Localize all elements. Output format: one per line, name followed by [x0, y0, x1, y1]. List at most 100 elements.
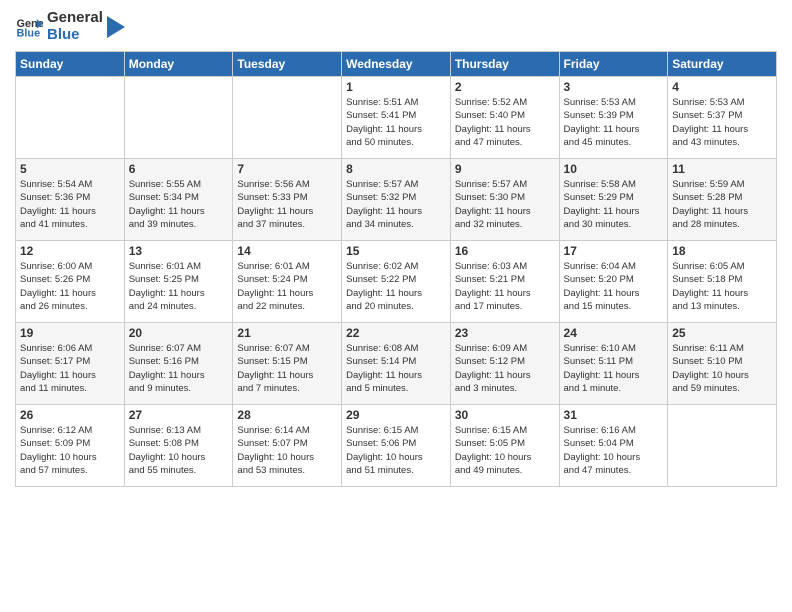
- logo-arrow-icon: [107, 16, 125, 38]
- day-info: Sunrise: 6:04 AM Sunset: 5:20 PM Dayligh…: [564, 260, 664, 313]
- table-cell: 6 Sunrise: 5:55 AM Sunset: 5:34 PM Daylig…: [124, 159, 233, 241]
- day-number: 9: [455, 162, 555, 176]
- day-number: 31: [564, 408, 664, 422]
- table-cell: 19 Sunrise: 6:06 AM Sunset: 5:17 PM Dayli…: [16, 323, 125, 405]
- day-number: 1: [346, 80, 446, 94]
- table-cell: 25Sunrise: 6:11 AM Sunset: 5:10 PM Dayli…: [668, 323, 777, 405]
- table-cell: 31 Sunrise: 6:16 AM Sunset: 5:04 PM Dayli…: [559, 405, 668, 487]
- day-info: Sunrise: 6:15 AM Sunset: 5:06 PM Dayligh…: [346, 424, 446, 477]
- day-info: Sunrise: 6:11 AM Sunset: 5:10 PM Dayligh…: [672, 342, 772, 395]
- day-info: Sunrise: 6:06 AM Sunset: 5:17 PM Dayligh…: [20, 342, 120, 395]
- day-number: 2: [455, 80, 555, 94]
- day-info: Sunrise: 5:59 AM Sunset: 5:28 PM Dayligh…: [672, 178, 772, 231]
- day-info: Sunrise: 6:08 AM Sunset: 5:14 PM Dayligh…: [346, 342, 446, 395]
- table-cell: 15 Sunrise: 6:02 AM Sunset: 5:22 PM Dayli…: [342, 241, 451, 323]
- table-cell: [233, 77, 342, 159]
- day-info: Sunrise: 5:51 AM Sunset: 5:41 PM Dayligh…: [346, 96, 446, 149]
- day-info: Sunrise: 6:02 AM Sunset: 5:22 PM Dayligh…: [346, 260, 446, 313]
- logo: General Blue General Blue: [15, 10, 125, 43]
- day-info: Sunrise: 6:00 AM Sunset: 5:26 PM Dayligh…: [20, 260, 120, 313]
- table-cell: 26 Sunrise: 6:12 AM Sunset: 5:09 PM Dayli…: [16, 405, 125, 487]
- table-cell: 2Sunrise: 5:52 AM Sunset: 5:40 PM Daylig…: [450, 77, 559, 159]
- day-number: 28: [237, 408, 337, 422]
- day-number: 10: [564, 162, 664, 176]
- day-number: 3: [564, 80, 664, 94]
- day-number: 21: [237, 326, 337, 340]
- day-number: 22: [346, 326, 446, 340]
- table-cell: 28 Sunrise: 6:14 AM Sunset: 5:07 PM Dayli…: [233, 405, 342, 487]
- table-cell: [124, 77, 233, 159]
- day-info: Sunrise: 6:10 AM Sunset: 5:11 PM Dayligh…: [564, 342, 664, 395]
- day-number: 23: [455, 326, 555, 340]
- table-cell: 13Sunrise: 6:01 AM Sunset: 5:25 PM Dayli…: [124, 241, 233, 323]
- header-sunday: Sunday: [16, 52, 125, 77]
- table-cell: 27Sunrise: 6:13 AM Sunset: 5:08 PM Dayli…: [124, 405, 233, 487]
- week-row-5: 26 Sunrise: 6:12 AM Sunset: 5:09 PM Dayli…: [16, 405, 777, 487]
- day-number: 5: [20, 162, 120, 176]
- day-number: 24: [564, 326, 664, 340]
- header-tuesday: Tuesday: [233, 52, 342, 77]
- table-cell: 20Sunrise: 6:07 AM Sunset: 5:16 PM Dayli…: [124, 323, 233, 405]
- header-friday: Friday: [559, 52, 668, 77]
- day-info: Sunrise: 6:05 AM Sunset: 5:18 PM Dayligh…: [672, 260, 772, 313]
- day-info: Sunrise: 6:16 AM Sunset: 5:04 PM Dayligh…: [564, 424, 664, 477]
- day-number: 29: [346, 408, 446, 422]
- table-cell: 17 Sunrise: 6:04 AM Sunset: 5:20 PM Dayli…: [559, 241, 668, 323]
- table-cell: 5 Sunrise: 5:54 AM Sunset: 5:36 PM Daylig…: [16, 159, 125, 241]
- day-info: Sunrise: 6:07 AM Sunset: 5:16 PM Dayligh…: [129, 342, 229, 395]
- header-monday: Monday: [124, 52, 233, 77]
- day-number: 7: [237, 162, 337, 176]
- table-cell: 18 Sunrise: 6:05 AM Sunset: 5:18 PM Dayli…: [668, 241, 777, 323]
- table-cell: 12 Sunrise: 6:00 AM Sunset: 5:26 PM Dayli…: [16, 241, 125, 323]
- table-cell: 24 Sunrise: 6:10 AM Sunset: 5:11 PM Dayli…: [559, 323, 668, 405]
- day-info: Sunrise: 5:56 AM Sunset: 5:33 PM Dayligh…: [237, 178, 337, 231]
- week-row-1: 1 Sunrise: 5:51 AM Sunset: 5:41 PM Daylig…: [16, 77, 777, 159]
- day-info: Sunrise: 5:57 AM Sunset: 5:30 PM Dayligh…: [455, 178, 555, 231]
- table-cell: 9 Sunrise: 5:57 AM Sunset: 5:30 PM Daylig…: [450, 159, 559, 241]
- day-info: Sunrise: 6:03 AM Sunset: 5:21 PM Dayligh…: [455, 260, 555, 313]
- day-number: 6: [129, 162, 229, 176]
- table-cell: 22 Sunrise: 6:08 AM Sunset: 5:14 PM Dayli…: [342, 323, 451, 405]
- table-cell: 16 Sunrise: 6:03 AM Sunset: 5:21 PM Dayli…: [450, 241, 559, 323]
- day-info: Sunrise: 5:54 AM Sunset: 5:36 PM Dayligh…: [20, 178, 120, 231]
- day-info: Sunrise: 6:07 AM Sunset: 5:15 PM Dayligh…: [237, 342, 337, 395]
- table-cell: 23 Sunrise: 6:09 AM Sunset: 5:12 PM Dayli…: [450, 323, 559, 405]
- header: General Blue General Blue: [15, 10, 777, 43]
- table-cell: 3 Sunrise: 5:53 AM Sunset: 5:39 PM Daylig…: [559, 77, 668, 159]
- table-cell: 21 Sunrise: 6:07 AM Sunset: 5:15 PM Dayli…: [233, 323, 342, 405]
- day-info: Sunrise: 6:09 AM Sunset: 5:12 PM Dayligh…: [455, 342, 555, 395]
- svg-text:Blue: Blue: [17, 27, 41, 39]
- day-number: 18: [672, 244, 772, 258]
- table-cell: 7 Sunrise: 5:56 AM Sunset: 5:33 PM Daylig…: [233, 159, 342, 241]
- table-cell: [668, 405, 777, 487]
- day-number: 12: [20, 244, 120, 258]
- day-number: 14: [237, 244, 337, 258]
- week-row-3: 12 Sunrise: 6:00 AM Sunset: 5:26 PM Dayli…: [16, 241, 777, 323]
- day-number: 11: [672, 162, 772, 176]
- day-number: 4: [672, 80, 772, 94]
- page-container: General Blue General Blue SundayMondayTu…: [0, 0, 792, 497]
- table-cell: 30Sunrise: 6:15 AM Sunset: 5:05 PM Dayli…: [450, 405, 559, 487]
- day-number: 16: [455, 244, 555, 258]
- day-number: 17: [564, 244, 664, 258]
- day-number: 8: [346, 162, 446, 176]
- table-cell: 11 Sunrise: 5:59 AM Sunset: 5:28 PM Dayli…: [668, 159, 777, 241]
- calendar-body: 1 Sunrise: 5:51 AM Sunset: 5:41 PM Daylig…: [16, 77, 777, 487]
- day-number: 19: [20, 326, 120, 340]
- day-info: Sunrise: 6:12 AM Sunset: 5:09 PM Dayligh…: [20, 424, 120, 477]
- day-info: Sunrise: 5:53 AM Sunset: 5:39 PM Dayligh…: [564, 96, 664, 149]
- logo-icon: General Blue: [15, 13, 43, 41]
- calendar-header: SundayMondayTuesdayWednesdayThursdayFrid…: [16, 52, 777, 77]
- day-number: 26: [20, 408, 120, 422]
- calendar-table: SundayMondayTuesdayWednesdayThursdayFrid…: [15, 51, 777, 487]
- day-info: Sunrise: 5:55 AM Sunset: 5:34 PM Dayligh…: [129, 178, 229, 231]
- day-number: 15: [346, 244, 446, 258]
- table-cell: 1 Sunrise: 5:51 AM Sunset: 5:41 PM Daylig…: [342, 77, 451, 159]
- day-info: Sunrise: 5:53 AM Sunset: 5:37 PM Dayligh…: [672, 96, 772, 149]
- table-cell: 8Sunrise: 5:57 AM Sunset: 5:32 PM Daylig…: [342, 159, 451, 241]
- table-cell: [16, 77, 125, 159]
- table-cell: 29 Sunrise: 6:15 AM Sunset: 5:06 PM Dayli…: [342, 405, 451, 487]
- day-info: Sunrise: 6:13 AM Sunset: 5:08 PM Dayligh…: [129, 424, 229, 477]
- day-info: Sunrise: 6:14 AM Sunset: 5:07 PM Dayligh…: [237, 424, 337, 477]
- week-row-4: 19 Sunrise: 6:06 AM Sunset: 5:17 PM Dayli…: [16, 323, 777, 405]
